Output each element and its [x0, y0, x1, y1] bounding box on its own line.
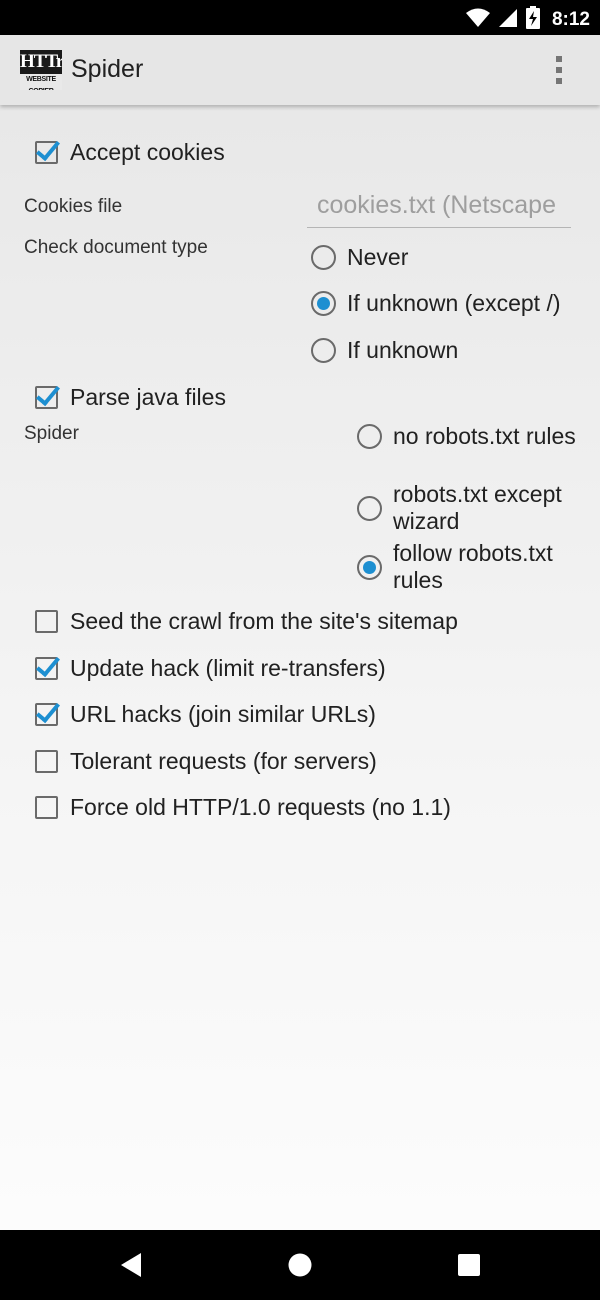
status-bar: 8:12 [0, 0, 600, 35]
cookies-file-label: Cookies file [24, 196, 123, 217]
parse-java-checkbox[interactable] [35, 385, 58, 409]
overflow-menu-icon[interactable] [546, 51, 572, 89]
radio-never-label: Never [347, 244, 409, 270]
update-hack-label: Update hack (limit re-transfers) [70, 654, 386, 681]
accept-cookies-label: Accept cookies [70, 138, 225, 165]
radio-if-unknown-label: If unknown [347, 337, 459, 363]
page-title: Spider [71, 55, 144, 83]
http10-label: Force old HTTP/1.0 requests (no 1.1) [70, 793, 451, 820]
spider-option-follow-robots[interactable]: follow robots.txt rules [357, 540, 583, 594]
battery-charging-icon [525, 6, 540, 34]
radio-follow-robots-label: follow robots.txt rules [393, 540, 553, 593]
radio-never[interactable] [311, 245, 336, 270]
option-http10-row[interactable]: Force old HTTP/1.0 requests (no 1.1) [35, 787, 451, 827]
url-hacks-checkbox[interactable] [35, 702, 58, 726]
radio-robots-except-wizard-label: robots.txt except wizard [393, 481, 562, 534]
app-bar: HTTrack WEBSITE COPIER Spider [0, 35, 600, 105]
radio-no-robots[interactable] [357, 424, 382, 449]
parse-java-label: Parse java files [70, 383, 226, 410]
tolerant-checkbox[interactable] [35, 749, 58, 773]
cookies-file-input[interactable]: cookies.txt (Netscape [307, 190, 571, 228]
option-tolerant-row[interactable]: Tolerant requests (for servers) [35, 741, 377, 781]
check-document-type-label: Check document type [24, 237, 208, 258]
accept-cookies-checkbox[interactable] [35, 140, 58, 164]
signal-icon [498, 8, 518, 33]
sitemap-label: Seed the crawl from the site's sitemap [70, 607, 458, 634]
logo-line2: WEBSITE COPIER [20, 74, 62, 90]
radio-no-robots-label: no robots.txt rules [393, 423, 576, 449]
spider-label: Spider [24, 423, 79, 444]
doc-type-option-never[interactable]: Never [311, 244, 408, 271]
update-hack-checkbox[interactable] [35, 656, 58, 680]
home-icon[interactable] [288, 1252, 312, 1283]
accept-cookies-checkbox-row[interactable]: Accept cookies [35, 132, 225, 172]
option-update-hack-row[interactable]: Update hack (limit re-transfers) [35, 648, 386, 688]
option-sitemap-row[interactable]: Seed the crawl from the site's sitemap [35, 601, 458, 641]
wifi-icon [465, 8, 490, 33]
http10-checkbox[interactable] [35, 795, 58, 819]
spider-option-robots-except-wizard[interactable]: robots.txt except wizard [357, 481, 583, 535]
radio-robots-except-wizard[interactable] [357, 495, 382, 521]
tolerant-label: Tolerant requests (for servers) [70, 747, 377, 774]
doc-type-option-if-unknown[interactable]: If unknown [311, 337, 458, 364]
parse-java-checkbox-row[interactable]: Parse java files [35, 377, 226, 417]
clock: 8:12 [551, 9, 590, 30]
doc-type-option-if-unknown-except[interactable]: If unknown (except /) [311, 290, 561, 317]
radio-if-unknown-except-label: If unknown (except /) [347, 290, 561, 316]
radio-if-unknown-except[interactable] [311, 291, 336, 316]
httrack-logo: HTTrack WEBSITE COPIER [20, 50, 62, 90]
settings-content: Accept cookies Cookies file cookies.txt … [0, 105, 600, 1230]
logo-line1: HTTrack [20, 51, 62, 72]
recents-icon[interactable] [458, 1252, 480, 1283]
radio-if-unknown[interactable] [311, 338, 336, 363]
navigation-bar [0, 1230, 600, 1300]
spider-option-no-robots[interactable]: no robots.txt rules [357, 423, 583, 450]
url-hacks-label: URL hacks (join similar URLs) [70, 700, 376, 727]
back-icon[interactable] [119, 1252, 143, 1283]
option-url-hacks-row[interactable]: URL hacks (join similar URLs) [35, 694, 376, 734]
radio-follow-robots[interactable] [357, 554, 382, 580]
sitemap-checkbox[interactable] [35, 609, 58, 633]
